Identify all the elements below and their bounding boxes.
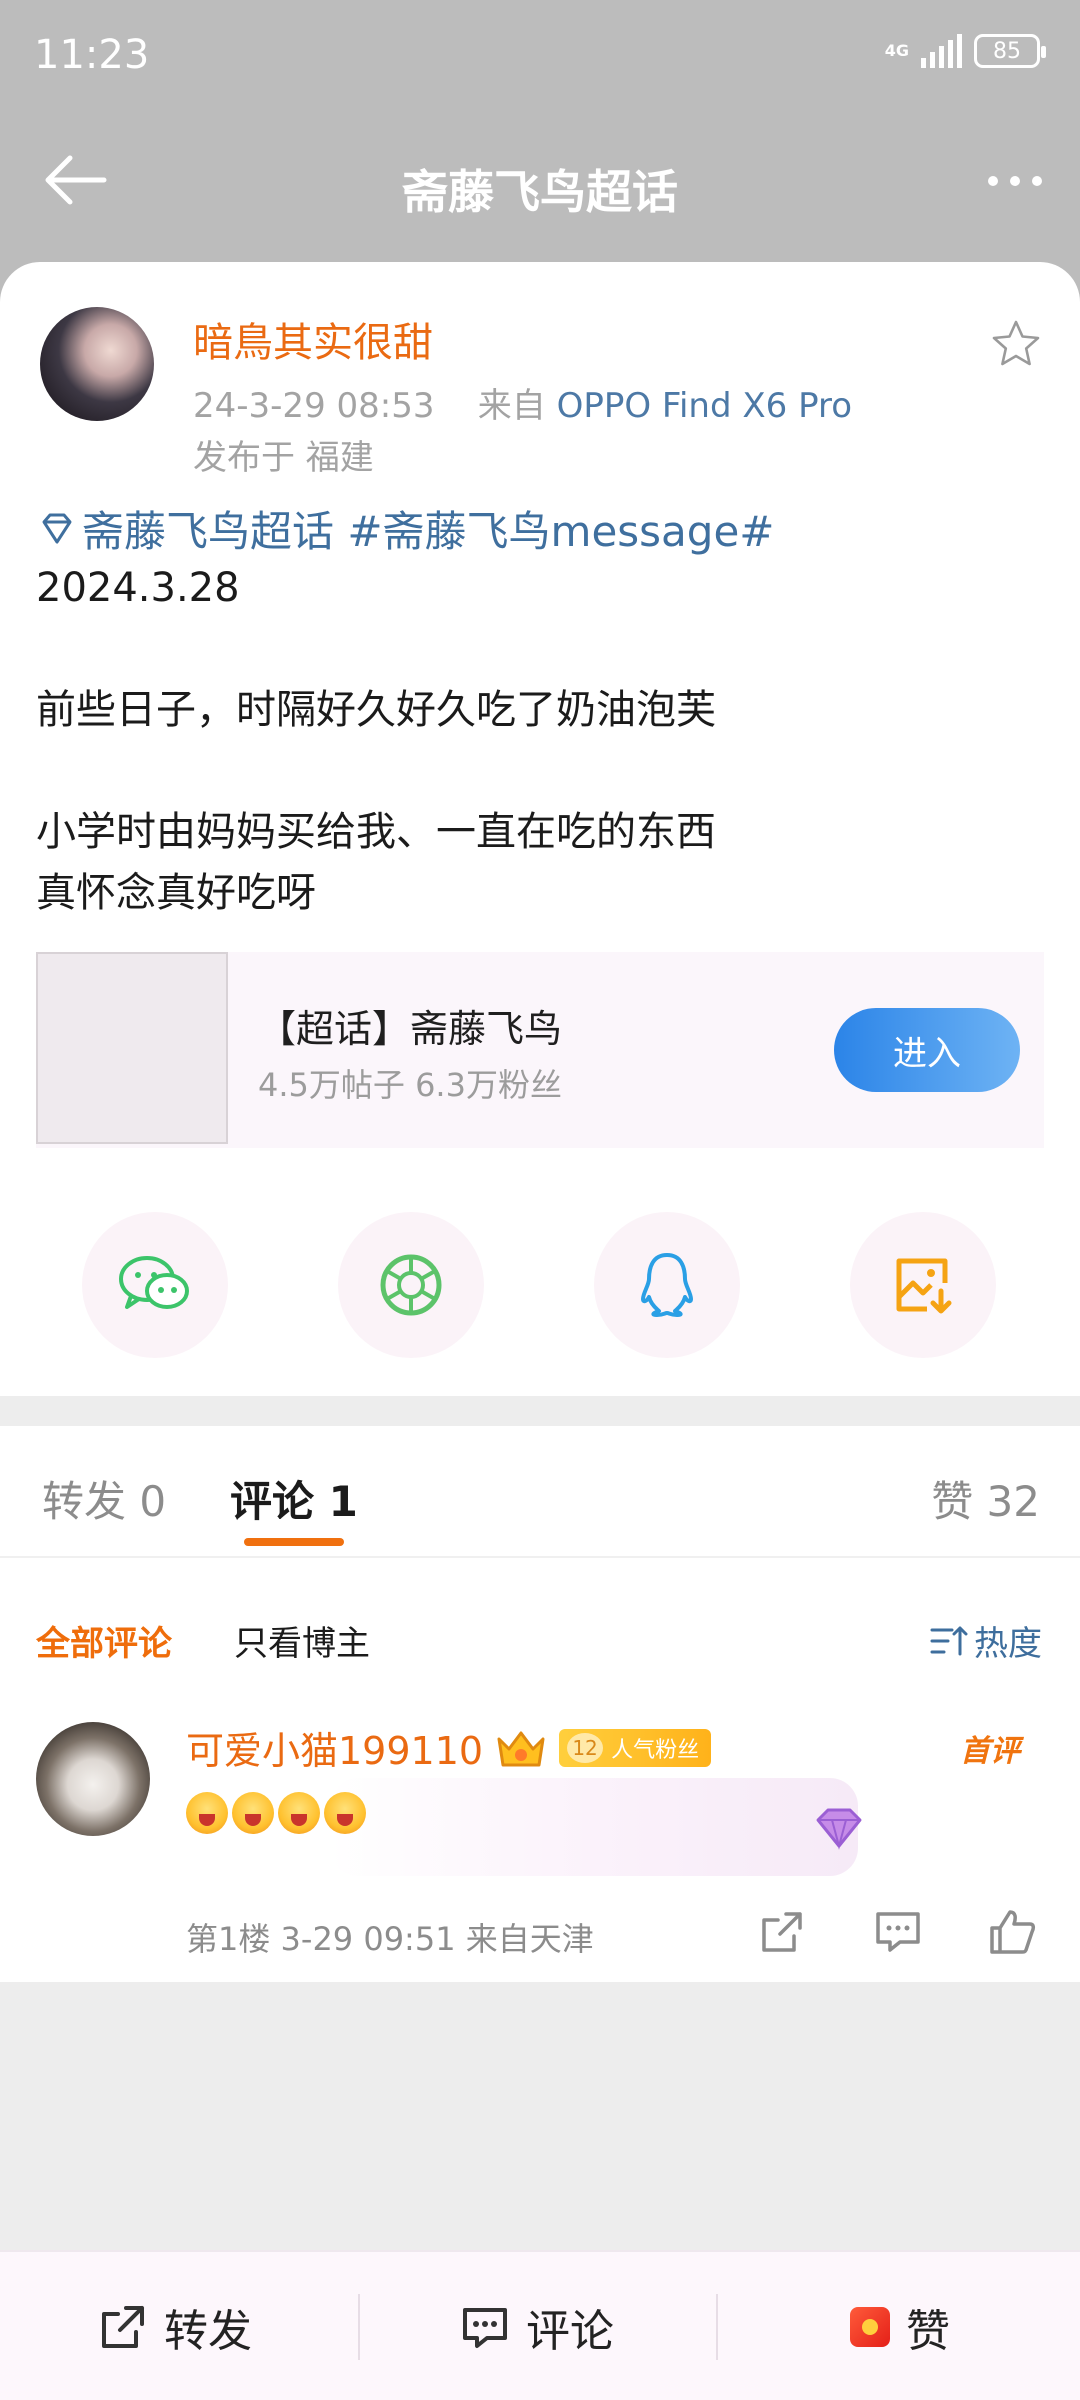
status-time: 11:23 <box>34 32 150 78</box>
first-comment-badge: 首评 <box>960 1734 1020 1769</box>
super-topic-gem-icon <box>42 513 72 543</box>
fan-badge: 12 人气粉丝 <box>559 1728 712 1767</box>
sort-icon <box>930 1626 968 1655</box>
commenter-name[interactable]: 可爱小猫199110 <box>186 1720 483 1775</box>
fan-badge-label: 人气粉丝 <box>611 1737 700 1763</box>
share-moments-button[interactable] <box>338 1212 484 1358</box>
sort-label[interactable]: 热度 <box>974 1616 1042 1665</box>
post-location: 发布于 福建 <box>193 438 374 478</box>
emoji-icon <box>324 1792 366 1834</box>
comment-icon <box>463 2308 507 2348</box>
comment-repost-icon[interactable] <box>756 1906 808 1958</box>
enter-topic-button[interactable]: 进入 <box>834 1008 1020 1092</box>
battery-icon: 85 <box>974 34 1046 68</box>
tab-repost[interactable]: 转发 0 <box>42 1468 166 1529</box>
section-divider <box>0 1396 1080 1426</box>
author-name[interactable]: 暗鳥其实很甜 <box>193 310 433 368</box>
like-label[interactable]: 赞 <box>906 2295 950 2359</box>
tab-likes[interactable]: 赞 32 <box>931 1468 1040 1529</box>
comment-like-icon[interactable] <box>986 1906 1038 1958</box>
wechat-icon <box>119 1256 189 1309</box>
post-date: 24-3-29 08:53 <box>193 386 435 426</box>
commenter-avatar[interactable] <box>36 1722 150 1836</box>
filter-owner-only[interactable]: 只看博主 <box>234 1616 370 1665</box>
network-type: 4G <box>884 41 909 60</box>
moments-icon <box>380 1254 442 1316</box>
super-topic-card[interactable]: 【超话】斋藤飞鸟 4.5万帖子 6.3万粉丝 进入 <box>36 952 1044 1148</box>
comment-content <box>186 1792 366 1834</box>
weibo-post-page: 11:23 4G 85 斋藤飞鸟超话 暗鳥其实很甜 24-3-29 08:53 … <box>0 0 1080 2400</box>
interaction-tabs: 转发 0 评论 1 赞 32 <box>0 1426 1080 1558</box>
topic-thumbnail <box>36 952 228 1144</box>
share-row <box>0 1212 1080 1362</box>
battery-level: 85 <box>993 38 1021 64</box>
bar-divider <box>716 2294 718 2360</box>
save-image-button[interactable] <box>850 1212 996 1358</box>
emoji-icon <box>186 1792 228 1834</box>
comment-label[interactable]: 评论 <box>526 2295 614 2359</box>
comments-section: 转发 0 评论 1 赞 32 全部评论 只看博主 热度 可爱小猫199110 1… <box>0 1426 1080 1982</box>
repost-icon <box>102 2306 144 2348</box>
share-wechat-button[interactable] <box>82 1212 228 1358</box>
fan-level: 12 <box>567 1732 604 1763</box>
sort-by-heat[interactable]: 热度 <box>930 1616 1042 1665</box>
post-hashtags[interactable]: 斋藤飞鸟超话 #斋藤飞鸟message# <box>36 498 775 559</box>
emoji-icon <box>232 1792 274 1834</box>
post-source-prefix: 来自 <box>477 386 546 426</box>
comment-decoration-bar <box>330 1778 858 1876</box>
comment-meta: 第1楼 3-29 09:51 来自天津 <box>186 1920 594 1958</box>
repost-label[interactable]: 转发 <box>164 2295 252 2359</box>
share-qq-button[interactable] <box>594 1212 740 1358</box>
commenter-row: 可爱小猫199110 12 人气粉丝 <box>186 1720 712 1775</box>
like-icon <box>850 2307 890 2347</box>
topic-title: 【超话】斋藤飞鸟 <box>258 1007 563 1051</box>
active-tab-indicator <box>244 1538 344 1546</box>
status-bar: 11:23 4G 85 <box>0 0 1080 120</box>
signal-icon <box>921 34 962 68</box>
filter-all-comments[interactable]: 全部评论 <box>36 1616 172 1665</box>
favorite-star-icon[interactable] <box>990 318 1042 370</box>
tab-comments[interactable]: 评论 1 <box>230 1468 358 1529</box>
comment-button[interactable]: 评论 <box>460 2252 614 2400</box>
title-bar: 斋藤飞鸟超话 <box>0 110 1080 260</box>
status-indicators: 4G 85 <box>884 34 1046 68</box>
more-options-icon[interactable] <box>988 176 1042 186</box>
save-image-icon <box>896 1258 952 1314</box>
qq-icon <box>641 1253 693 1317</box>
author-avatar[interactable] <box>40 307 154 421</box>
bottom-action-bar: 转发 评论 赞 <box>0 2250 1080 2400</box>
page-title: 斋藤飞鸟超话 <box>402 165 678 219</box>
hashtags-text[interactable]: 斋藤飞鸟超话 #斋藤飞鸟message# <box>82 498 775 559</box>
gem-decoration-icon <box>816 1808 862 1850</box>
post-meta: 24-3-29 08:53 来自 OPPO Find X6 Pro <box>193 378 852 427</box>
topic-stats: 4.5万帖子 6.3万粉丝 <box>258 1066 562 1104</box>
comment-reply-icon[interactable] <box>872 1906 924 1958</box>
bar-divider <box>358 2294 360 2360</box>
post-card: 暗鳥其实很甜 24-3-29 08:53 来自 OPPO Find X6 Pro… <box>0 262 1080 1396</box>
repost-button[interactable]: 转发 <box>98 2252 252 2400</box>
emoji-icon <box>278 1792 320 1834</box>
empty-area <box>0 1982 1080 2250</box>
like-button[interactable]: 赞 <box>850 2252 950 2400</box>
post-body: 2024.3.28 前些日子，时隔好久好久吃了奶油泡芙 小学时由妈妈买给我、一直… <box>36 565 716 916</box>
post-device[interactable]: OPPO Find X6 Pro <box>557 386 852 426</box>
crown-badge-icon <box>497 1731 545 1766</box>
